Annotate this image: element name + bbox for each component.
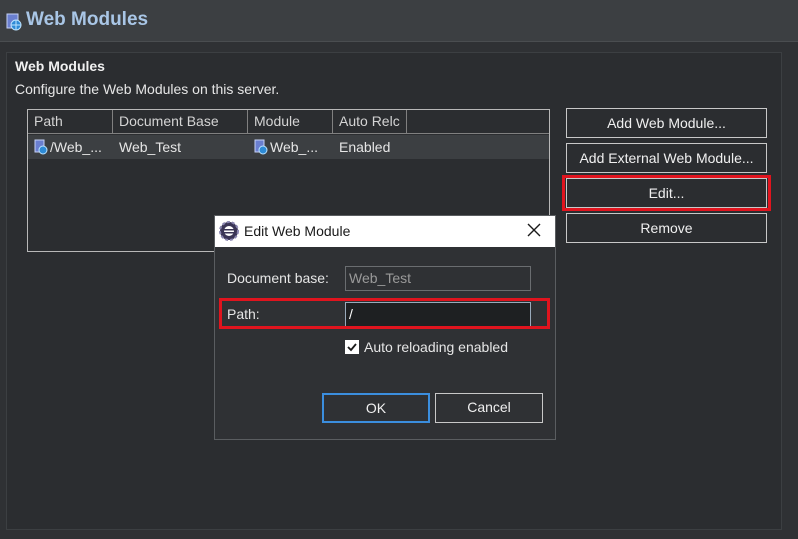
dialog-titlebar: Edit Web Module [215, 216, 555, 247]
auto-reload-checkbox[interactable] [345, 340, 359, 354]
column-header-module[interactable]: Module [248, 110, 333, 134]
add-web-module-button[interactable]: Add Web Module... [566, 108, 767, 138]
ok-button[interactable]: OK [322, 393, 430, 423]
column-header-auto-reload[interactable]: Auto Relc [333, 110, 407, 134]
table-header: Path Document Base Module Auto Relc [28, 110, 549, 134]
table-row[interactable]: /Web_... Web_Test Web_... Enabled [28, 135, 549, 159]
path-field-highlight [219, 298, 550, 329]
editor-titlebar: Web Modules [0, 0, 798, 42]
column-header-document-base[interactable]: Document Base [113, 110, 248, 134]
cell-auto-reload[interactable]: Enabled [333, 135, 407, 159]
section-description: Configure the Web Modules on this server… [15, 81, 280, 97]
cell-path-text: /Web_... [50, 139, 102, 155]
close-icon[interactable] [525, 221, 543, 239]
cell-module-text: Web_... [270, 139, 318, 155]
column-header-filler [407, 110, 549, 134]
dialog-title: Edit Web Module [244, 223, 351, 239]
checkmark-icon [347, 343, 357, 352]
web-module-icon [254, 139, 268, 155]
cell-document-base[interactable]: Web_Test [113, 135, 248, 159]
document-base-field[interactable]: Web_Test [345, 266, 531, 291]
section-header: Web Modules [15, 58, 105, 74]
edit-button-highlight [562, 175, 771, 211]
remove-button[interactable]: Remove [566, 213, 767, 243]
editor-title: Web Modules [26, 9, 149, 30]
eclipse-icon [219, 221, 239, 241]
auto-reload-label[interactable]: Auto reloading enabled [364, 339, 508, 355]
cell-path[interactable]: /Web_... [28, 135, 113, 159]
edit-web-module-dialog: Edit Web Module Document base: Web_Test … [214, 215, 556, 440]
add-external-web-module-button[interactable]: Add External Web Module... [566, 143, 767, 173]
document-base-label: Document base: [227, 270, 329, 286]
column-header-path[interactable]: Path [28, 110, 113, 134]
cancel-button[interactable]: Cancel [435, 393, 543, 423]
editor-window: Web Modules Web Modules Configure the We… [0, 0, 798, 539]
web-module-icon [34, 139, 48, 155]
web-modules-icon [6, 13, 22, 31]
cell-module[interactable]: Web_... [248, 135, 333, 159]
